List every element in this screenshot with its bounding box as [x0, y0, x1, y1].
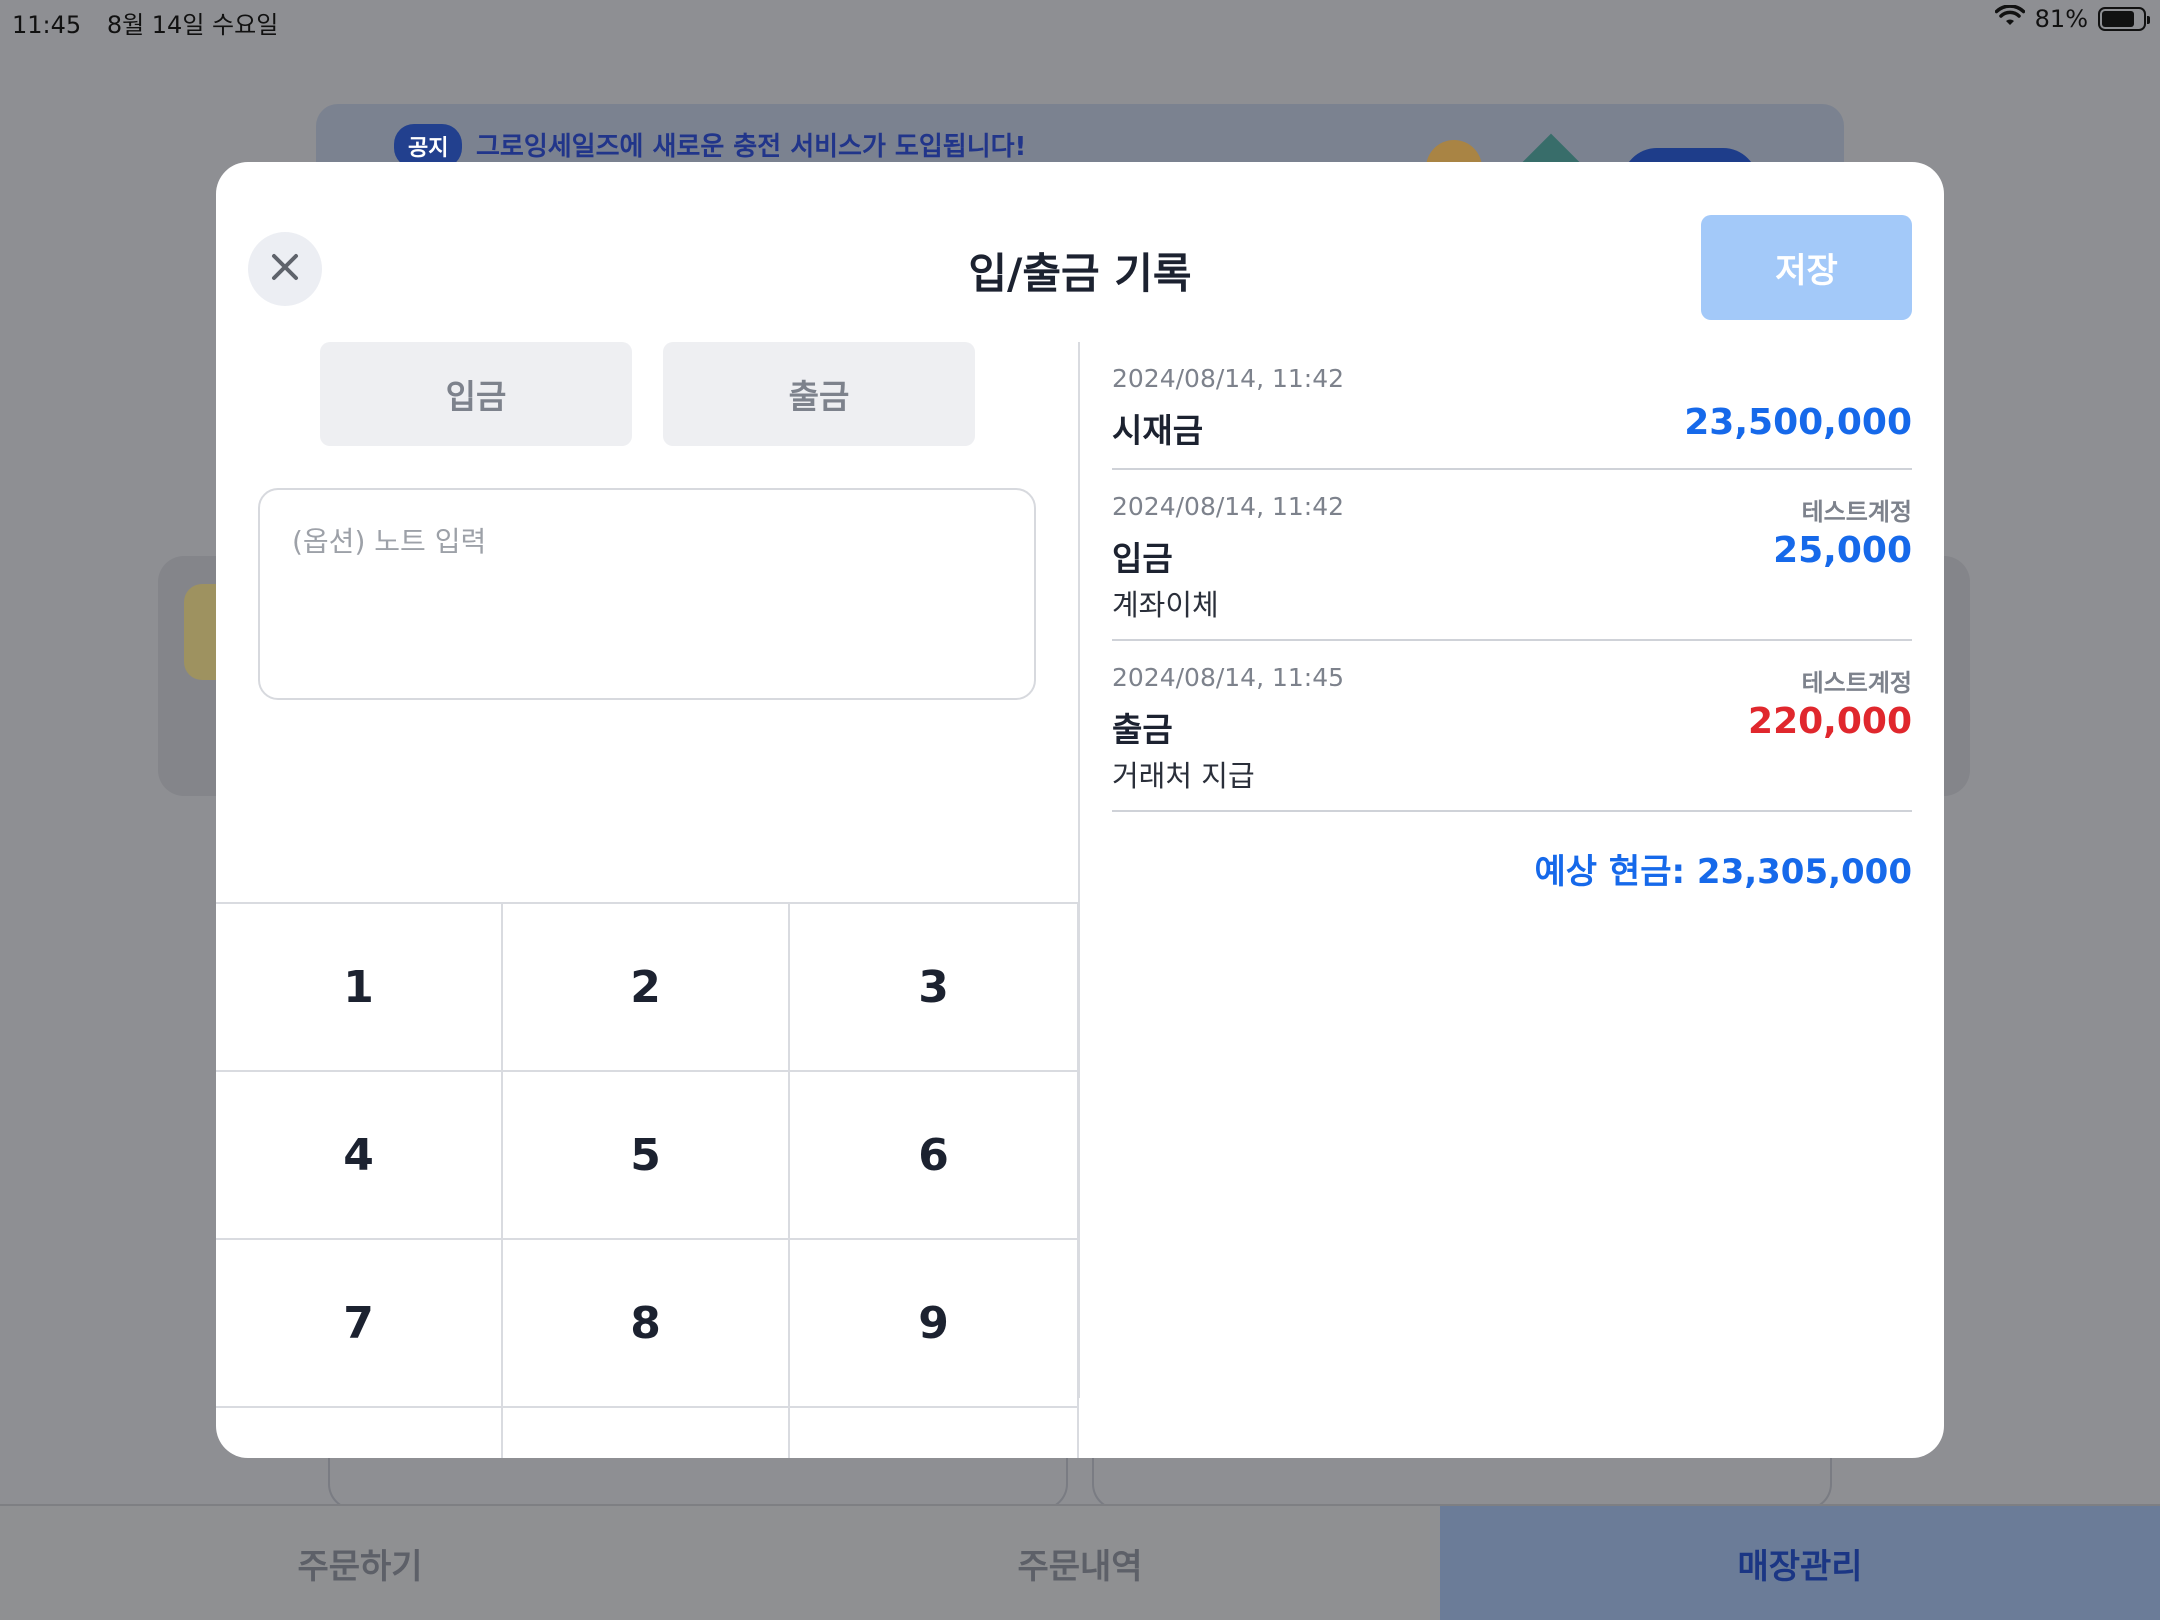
key-3[interactable]: 3 — [790, 904, 1077, 1072]
entry-title: 출금 — [1112, 710, 1173, 749]
key-2[interactable]: 2 — [503, 904, 790, 1072]
entry-title: 시재금 — [1112, 411, 1204, 450]
expected-cash: 예상 현금: 23,305,000 — [1534, 852, 1912, 892]
notice-message: 그로잉세일즈에 새로운 충전 서비스가 도입됩니다! — [476, 132, 1027, 162]
tab-store-management[interactable]: 매장관리 — [1440, 1506, 2160, 1620]
withdraw-button[interactable]: 출금 — [663, 342, 975, 446]
key-0[interactable]: 0 — [503, 1408, 790, 1458]
record-list: 2024/08/14, 11:42 시재금 23,500,000 2024/08… — [1112, 342, 1912, 893]
pane-divider — [1078, 342, 1080, 1398]
battery-fill — [2102, 11, 2135, 27]
list-item: 2024/08/14, 11:42 시재금 23,500,000 — [1112, 342, 1912, 470]
number-keypad: 1 2 3 4 5 6 7 8 9 00 0 — [216, 902, 1079, 1458]
entry-amount: 220,000 — [1748, 701, 1912, 742]
backspace-key[interactable] — [790, 1408, 1077, 1458]
input-pane: 입금 출금 1 2 3 4 5 6 7 8 9 00 0 — [216, 342, 1079, 1458]
battery-icon — [2098, 7, 2150, 31]
entry-title: 입금 — [1112, 539, 1173, 578]
status-time: 11:45 — [12, 11, 82, 39]
note-input[interactable] — [258, 488, 1036, 700]
bottom-tab-bar: 주문하기 주문내역 매장관리 — [0, 1504, 2160, 1620]
modal-title: 입/출금 기록 — [968, 249, 1192, 298]
status-bar: 11:45 8월 14일 수요일 81% — [0, 0, 2160, 40]
entry-time: 2024/08/14, 11:42 — [1112, 364, 1345, 393]
key-8[interactable]: 8 — [503, 1240, 790, 1408]
entry-account: 테스트계정 — [1801, 498, 1912, 526]
key-00[interactable]: 00 — [216, 1408, 503, 1458]
entry-note: 계좌이체 — [1112, 588, 1219, 622]
list-item: 2024/08/14, 11:42 테스트계정 입금 25,000 계좌이체 — [1112, 470, 1912, 641]
save-button[interactable]: 저장 — [1701, 215, 1912, 320]
tab-order[interactable]: 주문하기 — [0, 1506, 720, 1620]
entry-note: 거래처 지급 — [1112, 759, 1255, 793]
key-9[interactable]: 9 — [790, 1240, 1077, 1408]
deposit-button[interactable]: 입금 — [320, 342, 632, 446]
key-6[interactable]: 6 — [790, 1072, 1077, 1240]
list-item: 2024/08/14, 11:45 테스트계정 출금 220,000 거래처 지… — [1112, 641, 1912, 812]
entry-time: 2024/08/14, 11:45 — [1112, 663, 1345, 692]
wifi-icon — [1994, 4, 2025, 33]
entry-amount: 23,500,000 — [1684, 402, 1912, 443]
key-7[interactable]: 7 — [216, 1240, 503, 1408]
tab-order-history[interactable]: 주문내역 — [720, 1506, 1440, 1620]
key-5[interactable]: 5 — [503, 1072, 790, 1240]
entry-time: 2024/08/14, 11:42 — [1112, 492, 1345, 521]
status-date: 8월 14일 수요일 — [106, 11, 279, 39]
key-4[interactable]: 4 — [216, 1072, 503, 1240]
key-1[interactable]: 1 — [216, 904, 503, 1072]
entry-account: 테스트계정 — [1801, 669, 1912, 697]
cash-record-modal: 입/출금 기록 저장 입금 출금 1 2 3 4 5 6 7 8 9 00 0 — [216, 162, 1944, 1458]
entry-amount: 25,000 — [1773, 530, 1912, 571]
battery-percent: 81% — [2034, 5, 2088, 33]
